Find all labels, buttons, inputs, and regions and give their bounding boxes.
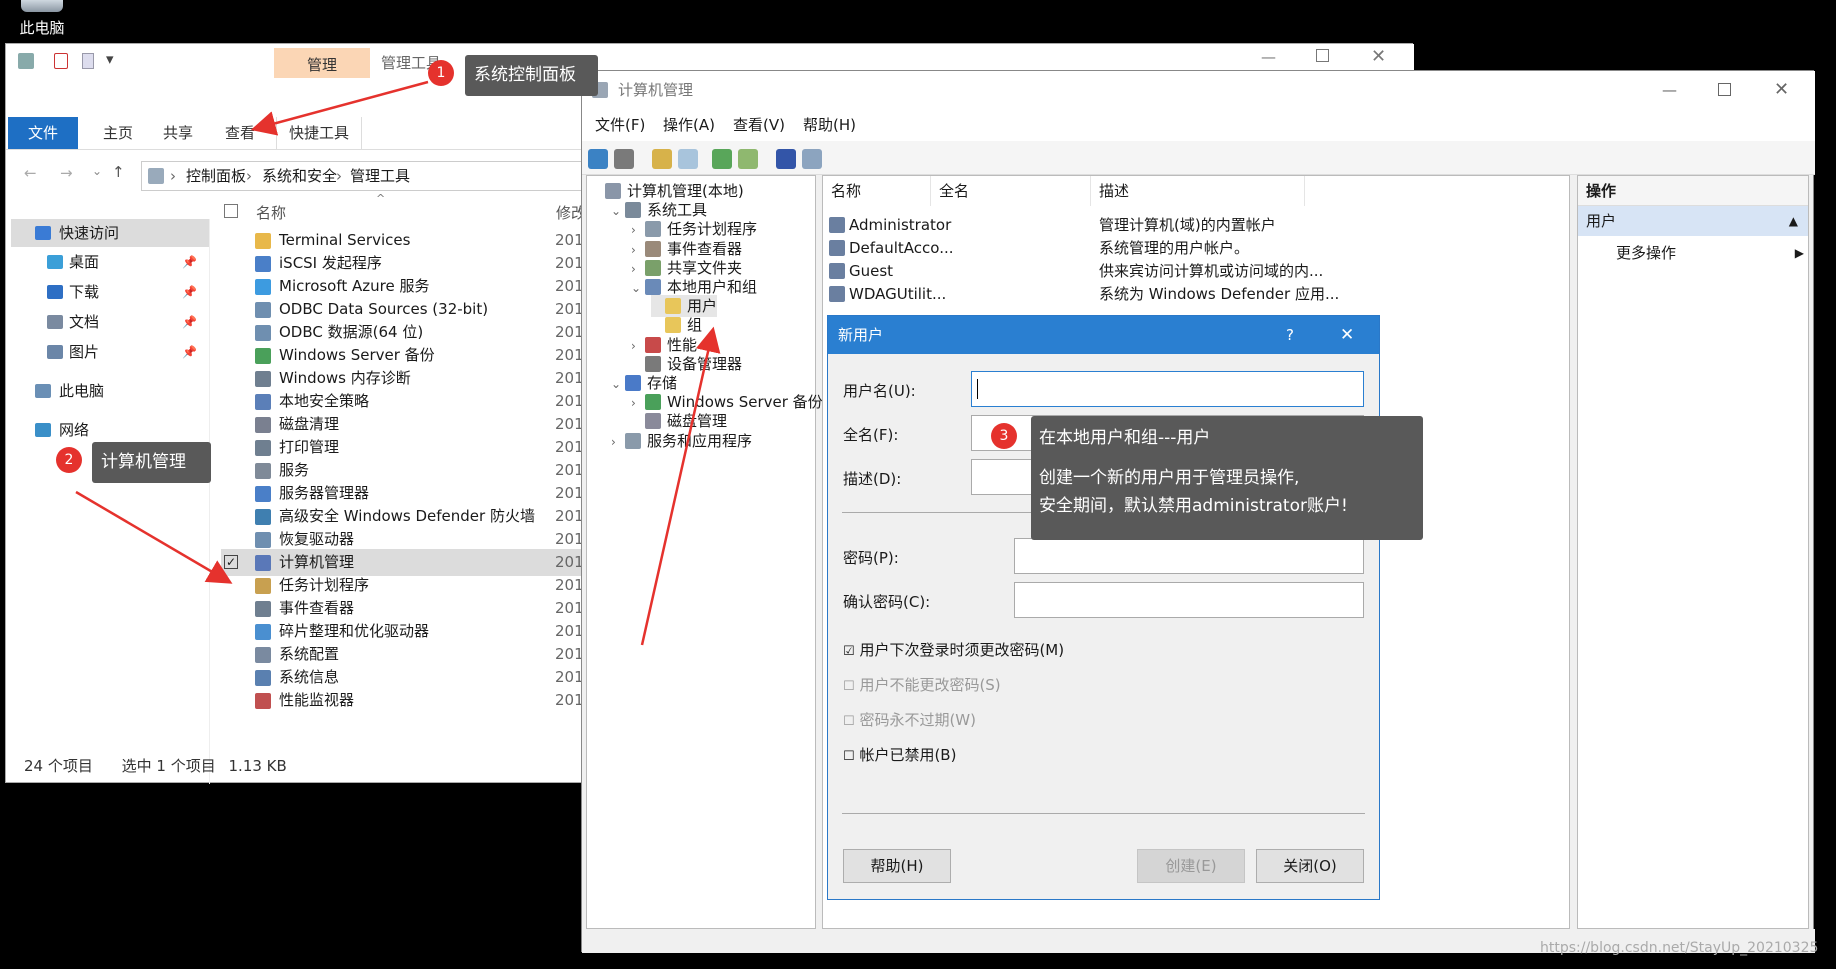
- arrow-to-control-panel: [250, 80, 429, 136]
- watermark: https://blog.csdn.net/StayUp_20210325: [1540, 940, 1819, 956]
- arrow-to-users-node: [640, 326, 721, 646]
- annotation-arrows: [75, 80, 721, 646]
- arrow-to-computer-management: [75, 490, 233, 584]
